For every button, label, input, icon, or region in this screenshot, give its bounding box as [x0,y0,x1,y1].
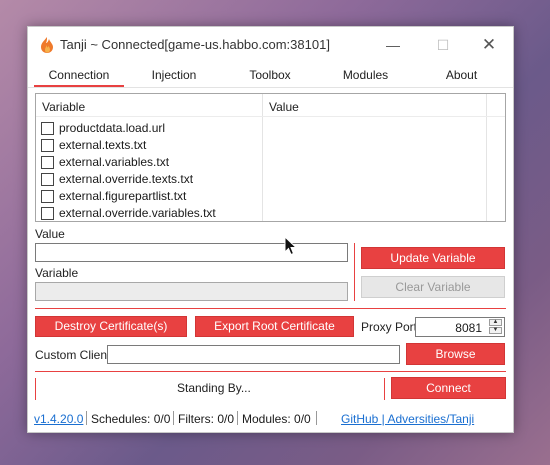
variable-name: external.variables.txt [59,155,170,169]
statusbar-divider [173,411,174,425]
close-button[interactable]: ✕ [479,35,499,55]
value-input[interactable] [35,243,348,262]
stepper-arrows: ▲ ▼ [489,319,503,335]
section-separator [35,308,506,309]
status-left-edge [35,378,36,400]
proxy-port-value: 8081 [455,321,482,335]
tab-connection[interactable]: Connection [34,65,124,87]
tab-underline [28,87,513,88]
column-header-variable[interactable]: Variable [42,100,85,114]
variable-name: external.override.variables.txt [59,206,216,220]
stepper-down-icon[interactable]: ▼ [489,327,502,334]
proxy-port-label: Proxy Port: [361,320,421,334]
version-link[interactable]: v1.4.20.0 [34,412,83,426]
status-text: Standing By... [177,381,251,395]
column-divider [486,94,487,221]
modules-count: Modules: 0/0 [242,412,311,426]
clear-variable-button: Clear Variable [361,276,505,298]
variable-name: external.texts.txt [59,138,147,152]
tab-about[interactable]: About [416,65,507,87]
variable-label: Variable [35,266,79,280]
export-root-certificate-button[interactable]: Export Root Certificate [195,316,354,337]
tab-modules[interactable]: Modules [321,65,410,87]
row-checkbox[interactable] [41,122,54,135]
status-area: Standing By... Connect [35,375,506,401]
github-link[interactable]: GitHub | Adversities/Tanji [341,412,474,426]
tanji-flame-icon [41,37,53,53]
tanji-window: Tanji ~ Connected[game-us.habbo.com:3810… [27,26,514,433]
status-bar: v1.4.20.0 Schedules: 0/0 Filters: 0/0 Mo… [28,407,513,431]
mouse-cursor-icon [284,236,298,256]
row-checkbox[interactable] [41,139,54,152]
statusbar-divider [316,411,317,425]
editor-separator [354,243,355,301]
header-separator [36,116,505,117]
custom-client-label: Custom Client: [35,348,114,362]
title-bar[interactable]: Tanji ~ Connected[game-us.habbo.com:3810… [28,27,513,63]
destroy-certificates-button[interactable]: Destroy Certificate(s) [35,316,187,337]
custom-client-input[interactable] [107,345,400,364]
browse-button[interactable]: Browse [406,343,505,365]
tab-injection[interactable]: Injection [130,65,218,87]
variable-name: productdata.load.url [59,121,166,135]
tab-toolbox[interactable]: Toolbox [225,65,315,87]
schedules-count: Schedules: 0/0 [91,412,171,426]
section-separator [35,371,506,372]
row-checkbox[interactable] [41,190,54,203]
value-label: Value [35,227,65,241]
column-divider [262,94,263,221]
stepper-up-icon[interactable]: ▲ [489,319,502,326]
statusbar-divider [237,411,238,425]
minimize-button[interactable]: — [383,35,403,55]
variables-list[interactable]: Variable Value productdata.load.url exte… [35,93,506,222]
variable-name: external.override.texts.txt [59,172,194,186]
column-header-value[interactable]: Value [269,100,299,114]
variable-input [35,282,348,301]
variable-name: external.figurepartlist.txt [59,189,187,203]
row-checkbox[interactable] [41,207,54,220]
status-divider [384,378,385,400]
maximize-button[interactable]: ☐ [433,35,453,55]
update-variable-button[interactable]: Update Variable [361,247,505,269]
window-title: Tanji ~ Connected[game-us.habbo.com:3810… [60,37,330,52]
row-checkbox[interactable] [41,156,54,169]
proxy-port-stepper[interactable]: 8081 ▲ ▼ [415,317,505,337]
connect-button[interactable]: Connect [391,377,506,399]
filters-count: Filters: 0/0 [178,412,235,426]
row-checkbox[interactable] [41,173,54,186]
statusbar-divider [86,411,87,425]
tab-strip: Connection Injection Toolbox Modules Abo… [28,65,513,87]
